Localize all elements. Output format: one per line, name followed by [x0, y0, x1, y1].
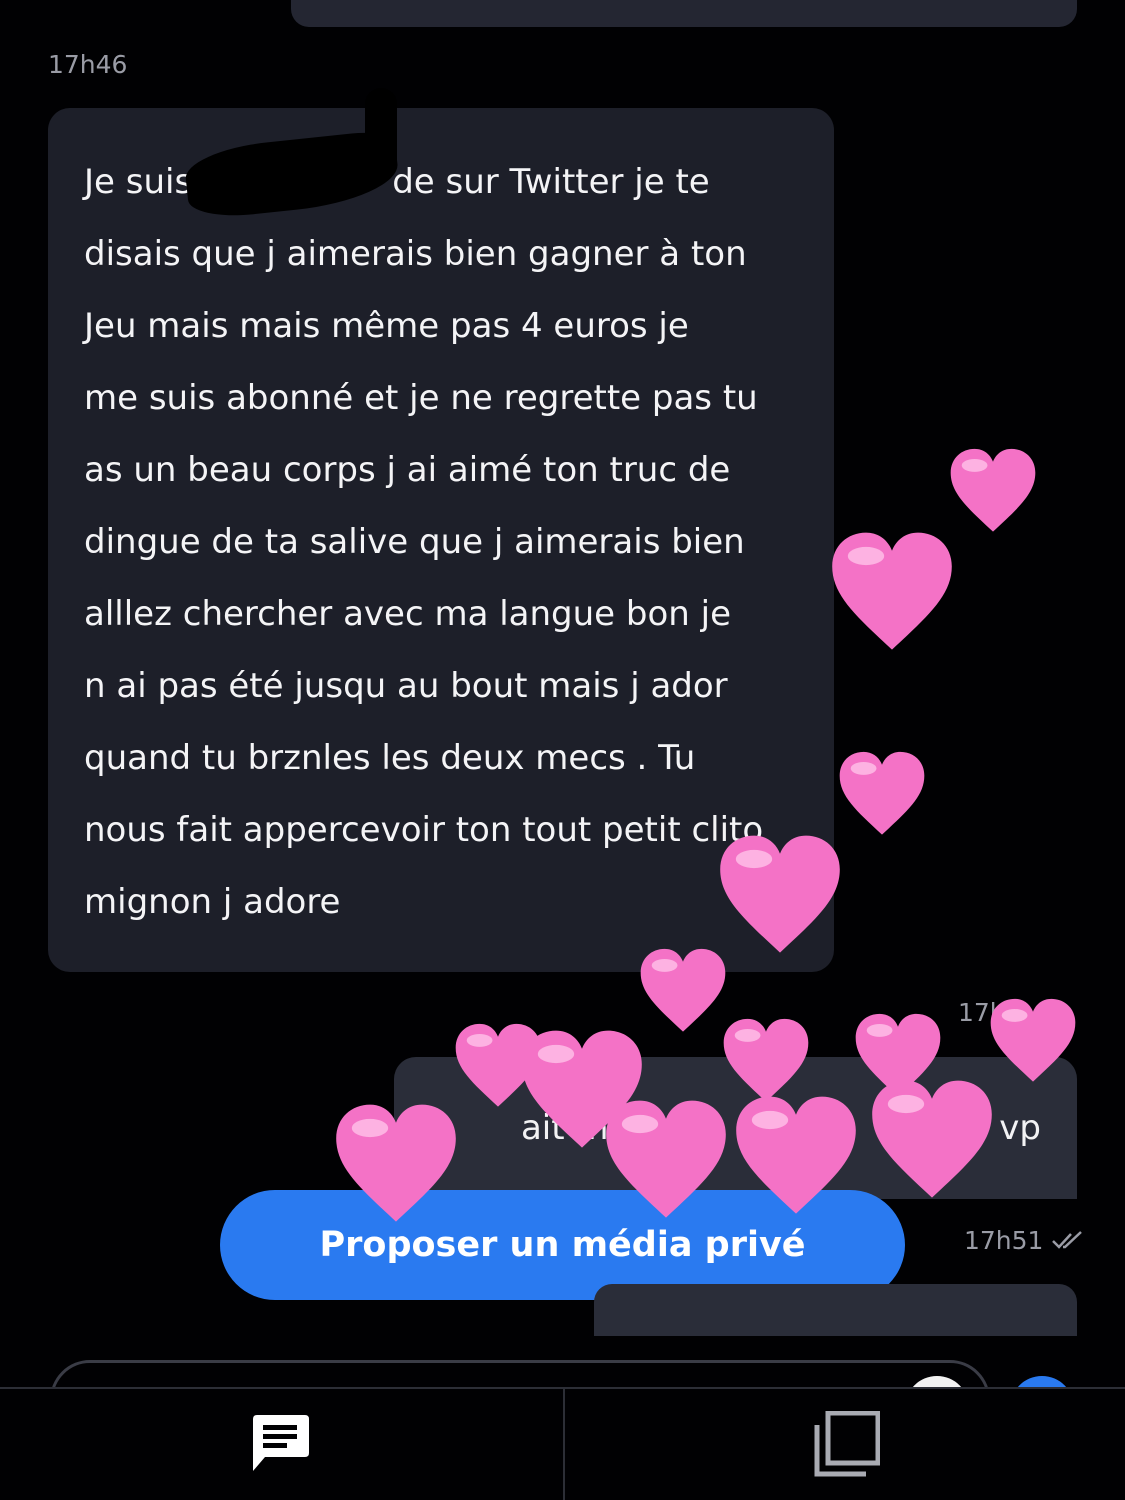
heart-sticker: [839, 751, 925, 835]
message-line: me suis abonné et je ne regrette pas tu: [84, 378, 758, 418]
message-line: mignon j adore: [84, 882, 341, 922]
next-message-bubble: [594, 1284, 1077, 1336]
message-status: 17h51: [964, 1226, 1085, 1255]
heart-sticker: [640, 948, 726, 1032]
heart-sticker: [720, 835, 840, 953]
message-line: Jeu mais mais même pas 4 euros je: [84, 306, 689, 346]
heart-sticker: [736, 1096, 856, 1214]
tab-media[interactable]: [565, 1389, 1125, 1500]
media-icon: [814, 1410, 880, 1476]
tab-messages[interactable]: [0, 1389, 562, 1500]
message-timestamp: 17h46: [48, 50, 128, 79]
heart-sticker: [950, 448, 1036, 532]
message-line: quand tu brznles les deux mecs . Tu: [84, 738, 696, 778]
message-fragment: vp: [999, 1108, 1041, 1148]
message-line: disais que j aimerais bien gagner à ton: [84, 234, 747, 274]
message-line: nous fait appercevoir ton tout petit cli…: [84, 810, 764, 850]
message-line: dingue de ta salive que j aimerais bien: [84, 522, 745, 562]
message-line: as un beau corps j ai aimé ton truc de: [84, 450, 731, 490]
message-timestamp: 17h51: [964, 1226, 1044, 1255]
heart-sticker: [990, 998, 1076, 1082]
heart-sticker: [606, 1100, 726, 1218]
message-line: alllez chercher avec ma langue bon je: [84, 594, 732, 634]
redaction-scribble: [365, 88, 397, 180]
message-line: n ai pas été jusqu au bout mais j ador: [84, 666, 728, 706]
previous-message-bubble: [291, 0, 1077, 27]
chat-icon: [253, 1414, 309, 1471]
heart-sticker: [336, 1104, 456, 1222]
heart-sticker: [872, 1080, 992, 1198]
double-check-icon: [1052, 1230, 1083, 1249]
heart-sticker: [832, 532, 952, 650]
